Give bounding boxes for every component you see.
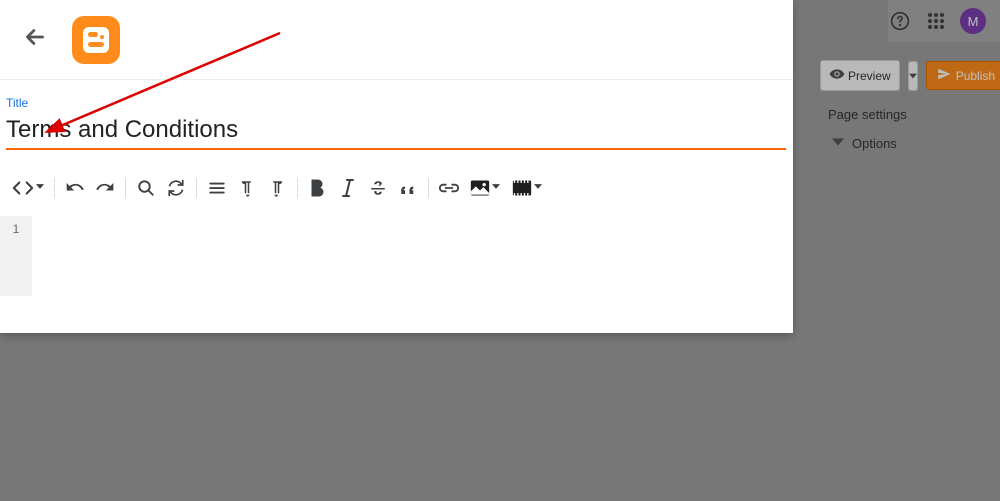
- link-button[interactable]: [435, 174, 463, 202]
- italic-button[interactable]: [334, 174, 362, 202]
- video-button[interactable]: [507, 174, 547, 202]
- image-button[interactable]: [465, 174, 505, 202]
- options-toggle[interactable]: Options: [810, 136, 1000, 151]
- help-icon[interactable]: [888, 9, 912, 33]
- refresh-button[interactable]: [162, 174, 190, 202]
- separator: [428, 178, 429, 198]
- blogger-logo-icon: [72, 16, 120, 64]
- back-arrow-icon[interactable]: [22, 24, 48, 55]
- chevron-down-icon: [492, 184, 500, 192]
- search-button[interactable]: [132, 174, 160, 202]
- separator: [125, 178, 126, 198]
- ltr-button[interactable]: [233, 174, 261, 202]
- align-button[interactable]: [203, 174, 231, 202]
- chevron-down-icon: [36, 184, 44, 192]
- separator: [196, 178, 197, 198]
- options-label: Options: [852, 136, 897, 151]
- preview-button[interactable]: Preview: [820, 60, 900, 91]
- chevron-down-icon: [832, 136, 844, 151]
- eye-icon: [829, 66, 845, 85]
- redo-button[interactable]: [91, 174, 119, 202]
- apps-icon[interactable]: [924, 9, 948, 33]
- avatar[interactable]: M: [960, 8, 986, 34]
- html-view-toggle[interactable]: [8, 174, 48, 202]
- quote-button[interactable]: [394, 174, 422, 202]
- strikethrough-button[interactable]: [364, 174, 392, 202]
- editor-content-area[interactable]: [32, 216, 793, 296]
- line-gutter: 1: [0, 216, 32, 296]
- page-title-input[interactable]: [6, 110, 786, 150]
- line-number: 1: [0, 222, 32, 236]
- page-settings-heading: Page settings: [810, 107, 1000, 136]
- editor-toolbar: [0, 150, 793, 216]
- chevron-down-icon: [534, 184, 542, 192]
- publish-label: Publish: [956, 69, 995, 83]
- undo-button[interactable]: [61, 174, 89, 202]
- bold-button[interactable]: [304, 174, 332, 202]
- preview-label: Preview: [848, 69, 891, 83]
- separator: [54, 178, 55, 198]
- send-icon: [937, 67, 951, 84]
- publish-button[interactable]: Publish: [926, 61, 1000, 90]
- title-label: Title: [6, 96, 787, 110]
- preview-dropdown[interactable]: [908, 61, 918, 91]
- rtl-button[interactable]: [263, 174, 291, 202]
- separator: [297, 178, 298, 198]
